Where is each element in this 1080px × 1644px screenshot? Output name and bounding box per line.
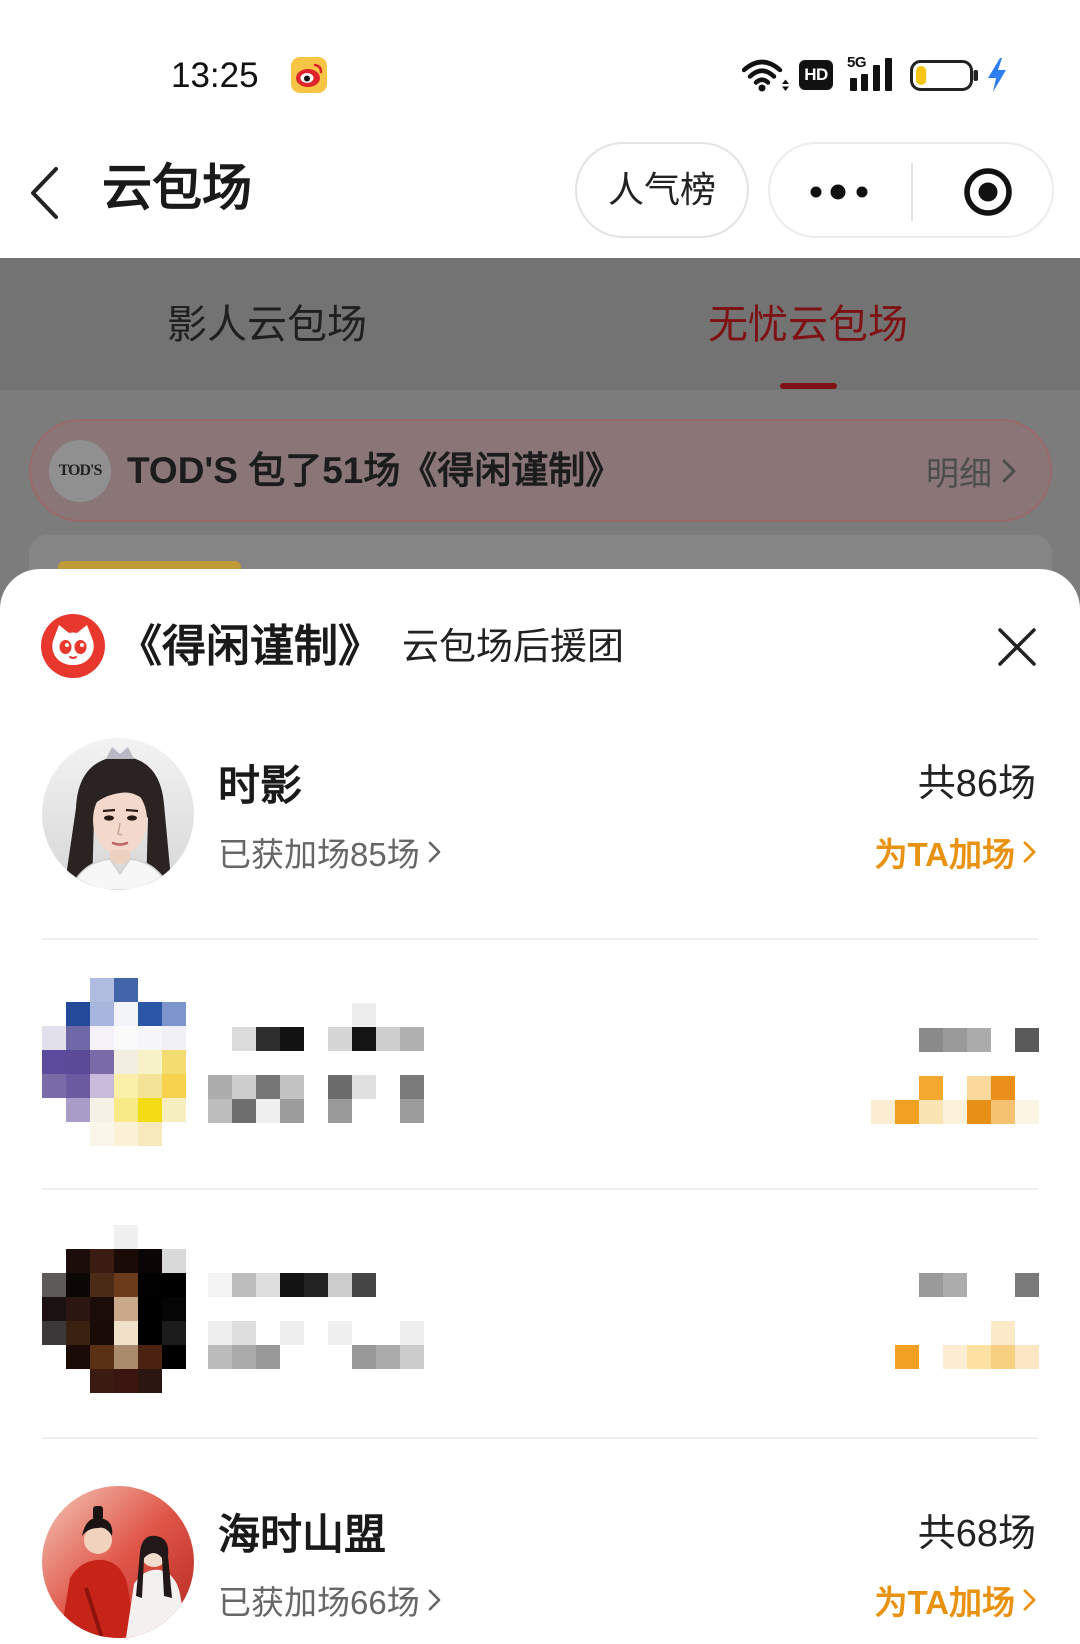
pixelated-avatar[interactable] <box>18 954 42 978</box>
charging-bolt-icon <box>986 58 1008 92</box>
add-session-label: 为TA加场 <box>874 836 1015 873</box>
network-type-label: 5G <box>847 54 867 71</box>
list-divider <box>42 1188 1038 1190</box>
chevron-left-icon <box>31 167 58 219</box>
banner-detail-link[interactable]: 明细 <box>926 451 1016 492</box>
list-divider <box>42 938 1038 940</box>
active-tab-indicator <box>780 383 837 389</box>
group-extra-link[interactable]: 已获加场85场 <box>218 833 441 873</box>
supporters-sheet <box>0 569 1080 1644</box>
tab-yingren[interactable]: 影人云包场 <box>117 300 417 350</box>
chevron-right-icon <box>1023 1589 1036 1611</box>
wifi-icon <box>742 57 790 93</box>
battery-icon <box>910 60 980 91</box>
battery-fill <box>916 66 927 85</box>
group-name: 时影 <box>218 762 303 809</box>
group-extra-link[interactable]: 已获加场66场 <box>218 1581 441 1621</box>
group-extra-label: 已获加场66场 <box>218 1584 420 1621</box>
add-session-button[interactable]: 为TA加场 <box>874 1581 1036 1621</box>
tab-wuyou[interactable]: 无忧云包场 <box>658 300 958 350</box>
capsule-divider <box>911 163 913 221</box>
maoyan-cat-icon <box>41 614 105 678</box>
pixelated-group-text <box>184 1249 208 1273</box>
ranking-button[interactable]: 人气榜 <box>575 142 749 238</box>
chevron-right-icon <box>1002 459 1016 483</box>
pixelated-group-stats <box>847 1249 871 1273</box>
page-title: 云包场 <box>102 160 252 216</box>
hd-badge: HD <box>799 60 833 90</box>
chevron-right-icon <box>428 1589 441 1611</box>
chevron-right-icon <box>1023 841 1036 863</box>
target-circle-icon[interactable] <box>962 166 1014 218</box>
status-time: 13:25 <box>171 56 259 95</box>
group-total: 共68场 <box>917 1513 1036 1555</box>
back-button[interactable] <box>26 164 66 222</box>
add-session-button[interactable]: 为TA加场 <box>874 833 1036 873</box>
sponsor-banner-text: TOD'S 包了51场《得闲谨制》 <box>127 450 623 491</box>
group-avatar[interactable] <box>42 738 194 890</box>
banner-detail-label: 明细 <box>926 455 992 492</box>
group-name: 海时山盟 <box>218 1511 387 1558</box>
pixelated-group-text <box>184 979 208 1003</box>
list-divider <box>42 1437 1038 1439</box>
chevron-right-icon <box>428 841 441 863</box>
group-avatar[interactable] <box>42 1486 194 1638</box>
sheet-title: 《得闲谨制》 <box>118 622 382 671</box>
group-total: 共86场 <box>917 763 1036 805</box>
close-icon[interactable] <box>997 627 1037 667</box>
signal-bars-icon: 5G <box>847 54 897 92</box>
more-dots-icon[interactable] <box>802 182 874 202</box>
add-session-label: 为TA加场 <box>874 1584 1015 1621</box>
pixelated-avatar[interactable] <box>18 1201 42 1225</box>
pixelated-group-stats <box>847 1004 871 1028</box>
sponsor-logo: TOD'S <box>49 440 111 502</box>
sheet-subtitle: 云包场后援团 <box>402 626 624 667</box>
group-extra-label: 已获加场85场 <box>218 836 420 873</box>
miniprogram-capsule <box>768 142 1054 238</box>
weibo-icon <box>290 56 328 94</box>
sheet-header: 《得闲谨制》 云包场后援团 <box>118 620 624 674</box>
